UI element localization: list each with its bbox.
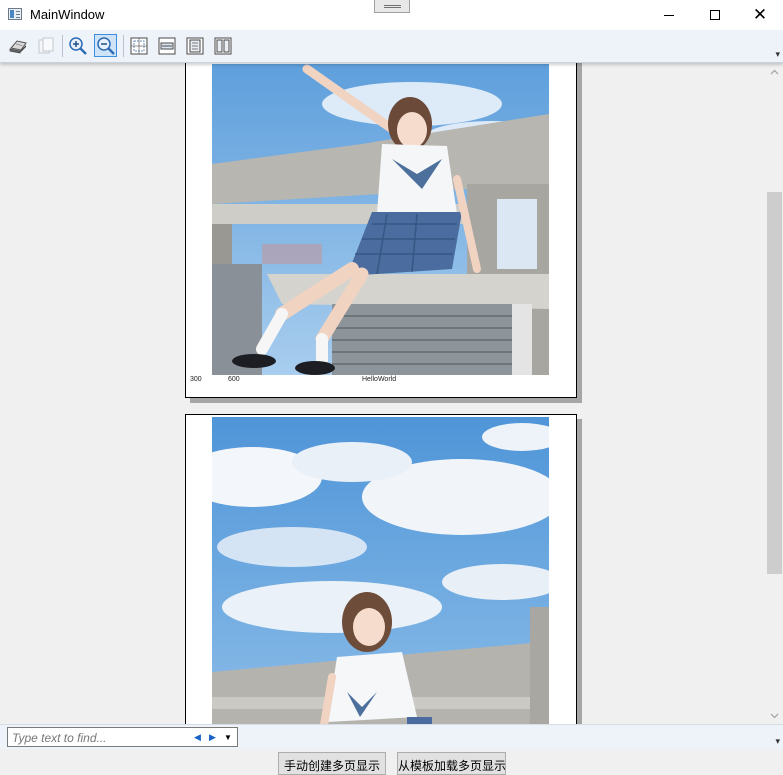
printer-icon	[9, 39, 27, 53]
copy-button[interactable]	[34, 34, 57, 57]
document-viewer-toolbar: ▾	[0, 30, 783, 63]
minimize-icon	[664, 14, 674, 16]
zoom-out-icon	[96, 36, 115, 55]
page-width-icon	[158, 37, 175, 54]
document-page	[185, 414, 577, 724]
scroll-up-button[interactable]	[766, 63, 783, 80]
document-viewer[interactable]: 300 600 HelloWorld	[0, 63, 783, 724]
document-page: 300 600 HelloWorld	[185, 63, 577, 398]
maximize-button[interactable]	[692, 0, 738, 30]
photo-image	[212, 64, 549, 375]
window-title: MainWindow	[30, 7, 105, 22]
toolbar-overflow-icon[interactable]: ▾	[775, 50, 780, 59]
vertical-scrollbar[interactable]	[766, 63, 783, 724]
whole-page-icon	[186, 37, 203, 54]
toolbar-separator	[62, 35, 63, 57]
page-footer-left-text: 300	[190, 376, 202, 383]
page-footer-mid-text: 600	[228, 376, 240, 383]
copy-icon	[38, 37, 53, 53]
find-next-icon[interactable]: ▶	[209, 731, 216, 744]
find-box: ◀ ▶ ▼	[7, 727, 238, 747]
drag-grip-handle[interactable]	[374, 0, 410, 13]
chevron-up-icon	[770, 69, 779, 74]
photo-image	[212, 417, 549, 724]
close-button[interactable]: ✕	[737, 0, 783, 30]
app-window-icon	[8, 8, 22, 20]
close-icon: ✕	[752, 4, 768, 25]
main-window: MainWindow ✕ ▾ 300 600 HelloWorld Type t…	[0, 0, 783, 775]
find-options-dropdown-icon[interactable]: ▼	[224, 731, 232, 744]
scrollbar-thumb[interactable]	[767, 192, 782, 574]
page-width-button[interactable]	[155, 34, 178, 57]
zoom-in-button[interactable]	[66, 34, 89, 57]
maximize-icon	[710, 10, 720, 20]
actual-size-icon	[130, 37, 147, 54]
print-button[interactable]	[6, 34, 29, 57]
findbar-overflow-icon[interactable]: ▾	[775, 737, 780, 746]
find-previous-icon[interactable]: ◀	[194, 731, 201, 744]
load-template-pages-button[interactable]: 从模板加载多页显示	[397, 752, 506, 775]
two-pages-button[interactable]	[211, 34, 234, 57]
zoom-out-button[interactable]	[94, 34, 117, 57]
whole-page-button[interactable]	[183, 34, 206, 57]
two-pages-icon	[214, 37, 231, 54]
find-toolbar: ◀ ▶ ▼ ▾	[0, 724, 783, 749]
zoom-in-icon	[68, 36, 87, 55]
find-text-input[interactable]	[12, 730, 184, 745]
manual-create-pages-button[interactable]: 手动创建多页显示	[278, 752, 386, 775]
toolbar-separator	[123, 35, 124, 57]
actual-size-button[interactable]	[127, 34, 150, 57]
title-bar: MainWindow ✕	[0, 0, 783, 30]
scroll-down-button[interactable]	[766, 707, 783, 724]
minimize-button[interactable]	[646, 0, 692, 30]
page-footer-center-text: HelloWorld	[362, 376, 397, 383]
chevron-down-icon	[770, 713, 779, 718]
